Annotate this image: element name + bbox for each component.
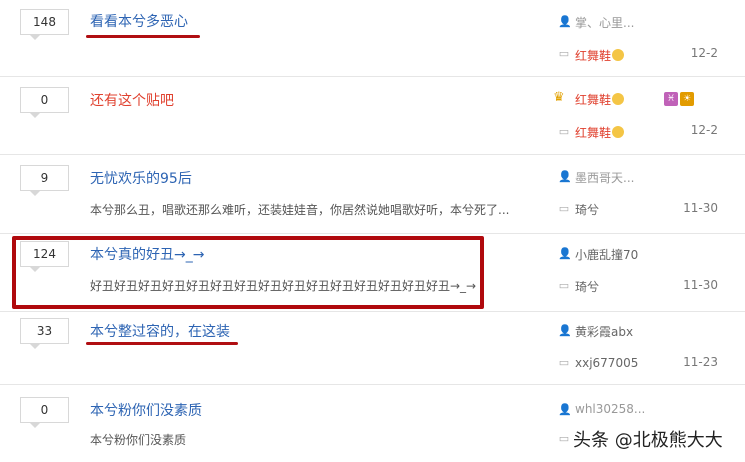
- reply-icon: ▭: [558, 356, 570, 369]
- toutiao-watermark: 头条 @北极熊大大: [573, 430, 723, 451]
- user-icon: 👤: [558, 247, 572, 260]
- last-reply-date: 11-30: [683, 201, 718, 215]
- crown-icon: ♛: [553, 90, 565, 105]
- last-reply-user[interactable]: 琦兮: [575, 278, 599, 295]
- thread-author[interactable]: 掌、心里...: [575, 14, 634, 31]
- last-reply-user[interactable]: 红舞鞋: [575, 124, 625, 141]
- reply-count: 148: [20, 9, 69, 40]
- annotation-underline: [86, 35, 200, 38]
- pisces-badge-icon: ♓: [664, 92, 678, 106]
- thread-abstract: 本兮那么丑，唱歌还那么难听，还装娃娃音，你居然说她唱歌好听，本兮死了...: [90, 203, 510, 217]
- reply-icon: ▭: [558, 279, 570, 292]
- smile-emoji-icon: [612, 126, 625, 138]
- thread-row: 148 看看本兮多恶心 👤 掌、心里... ▭ 红舞鞋 12-2: [0, 0, 745, 77]
- last-reply-date: 12-2: [690, 46, 718, 60]
- user-icon: 👤: [558, 170, 572, 183]
- annotation-underline: [86, 342, 238, 345]
- thread-title[interactable]: 无忧欢乐的95后: [90, 168, 192, 188]
- user-icon: 👤: [558, 15, 572, 28]
- reply-icon: ▭: [558, 202, 570, 215]
- thread-author[interactable]: 墨西哥天...: [575, 169, 634, 186]
- thread-author[interactable]: 红舞鞋: [575, 91, 625, 108]
- thread-row: 0 还有这个贴吧 ♛ 红舞鞋 ♓ ☀ ▭ 红舞鞋 12-2: [0, 77, 745, 155]
- thread-author[interactable]: 小鹿乱撞70: [575, 246, 638, 263]
- thread-title[interactable]: 看看本兮多恶心: [90, 11, 188, 31]
- last-reply-date: 12-2: [690, 123, 718, 137]
- reply-count: 0: [20, 397, 69, 428]
- last-reply-user[interactable]: 琦兮: [575, 201, 599, 218]
- last-reply-user[interactable]: 红舞鞋: [575, 47, 625, 64]
- user-icon: 👤: [558, 403, 572, 416]
- thread-title[interactable]: 本兮整过容的，在这装: [90, 321, 230, 341]
- last-reply-user[interactable]: xxj677005: [575, 356, 638, 370]
- thread-title[interactable]: 还有这个贴吧: [90, 90, 174, 110]
- thread-row: 9 无忧欢乐的95后 本兮那么丑，唱歌还那么难听，还装娃娃音，你居然说她唱歌好听…: [0, 155, 745, 234]
- last-reply-date: 11-30: [683, 278, 718, 292]
- reply-count: 9: [20, 165, 69, 196]
- thread-abstract: 本兮粉你们没素质: [90, 433, 187, 447]
- thread-title[interactable]: 本兮粉你们没素质: [90, 400, 202, 420]
- thread-row: 33 本兮整过容的，在这装 👤 黄彩霞abx ▭ xxj677005 11-23: [0, 312, 745, 385]
- thread-author[interactable]: whl30258...: [575, 402, 645, 416]
- reply-icon: ▭: [558, 47, 570, 60]
- smile-emoji-icon: [612, 93, 625, 105]
- reply-icon: ▭: [558, 432, 570, 445]
- sun-badge-icon: ☀: [680, 92, 694, 106]
- reply-count: 33: [20, 318, 69, 349]
- reply-icon: ▭: [558, 125, 570, 138]
- thread-author[interactable]: 黄彩霞abx: [575, 323, 633, 340]
- smile-emoji-icon: [612, 49, 625, 61]
- user-icon: 👤: [558, 324, 572, 337]
- reply-count: 0: [20, 87, 69, 118]
- last-reply-date: 11-23: [683, 355, 718, 369]
- annotation-highlight-box: [12, 236, 484, 309]
